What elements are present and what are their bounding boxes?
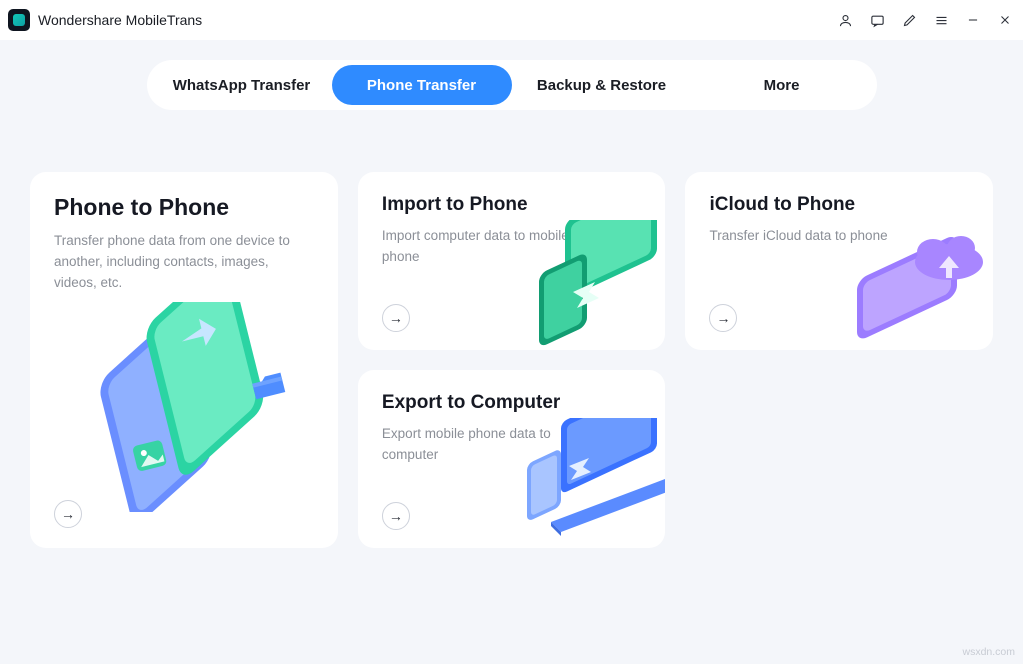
menu-icon[interactable] [933,12,949,28]
card-title: Phone to Phone [54,194,314,221]
right-column: iCloud to Phone Transfer iCloud data to … [685,172,993,548]
tab-backup-restore[interactable]: Backup & Restore [512,65,692,105]
minimize-icon[interactable] [965,12,981,28]
titlebar-left: Wondershare MobileTrans [8,9,202,31]
card-import-to-phone[interactable]: Import to Phone Import computer data to … [358,172,666,350]
card-phone-to-phone[interactable]: Phone to Phone Transfer phone data from … [30,172,338,548]
card-desc: Transfer phone data from one device to a… [54,231,304,294]
tab-more[interactable]: More [692,65,872,105]
icloud-icon [833,220,993,350]
arrow-button[interactable]: → [709,304,737,332]
edit-icon[interactable] [901,12,917,28]
card-title: Import to Phone [382,194,642,216]
account-icon[interactable] [837,12,853,28]
tab-whatsapp-transfer[interactable]: WhatsApp Transfer [152,65,332,105]
close-icon[interactable] [997,12,1013,28]
card-title: Export to Computer [382,392,642,414]
card-export-to-computer[interactable]: Export to Computer Export mobile phone d… [358,370,666,548]
tab-phone-transfer[interactable]: Phone Transfer [332,65,512,105]
cards-grid: Phone to Phone Transfer phone data from … [0,110,1023,548]
message-icon[interactable] [869,12,885,28]
main-tabs: WhatsApp Transfer Phone Transfer Backup … [147,60,877,110]
card-title: iCloud to Phone [709,194,969,216]
arrow-button[interactable]: → [54,500,82,528]
middle-column: Import to Phone Import computer data to … [358,172,666,548]
app-title: Wondershare MobileTrans [38,12,202,28]
watermark: wsxdn.com [962,646,1015,658]
phone-to-phone-icon [78,302,298,512]
arrow-button[interactable]: → [382,502,410,530]
titlebar-right [837,12,1013,28]
export-icon [505,418,665,548]
import-icon [505,220,665,350]
card-icloud-to-phone[interactable]: iCloud to Phone Transfer iCloud data to … [685,172,993,350]
app-logo [8,9,30,31]
titlebar: Wondershare MobileTrans [0,0,1023,40]
arrow-button[interactable]: → [382,304,410,332]
